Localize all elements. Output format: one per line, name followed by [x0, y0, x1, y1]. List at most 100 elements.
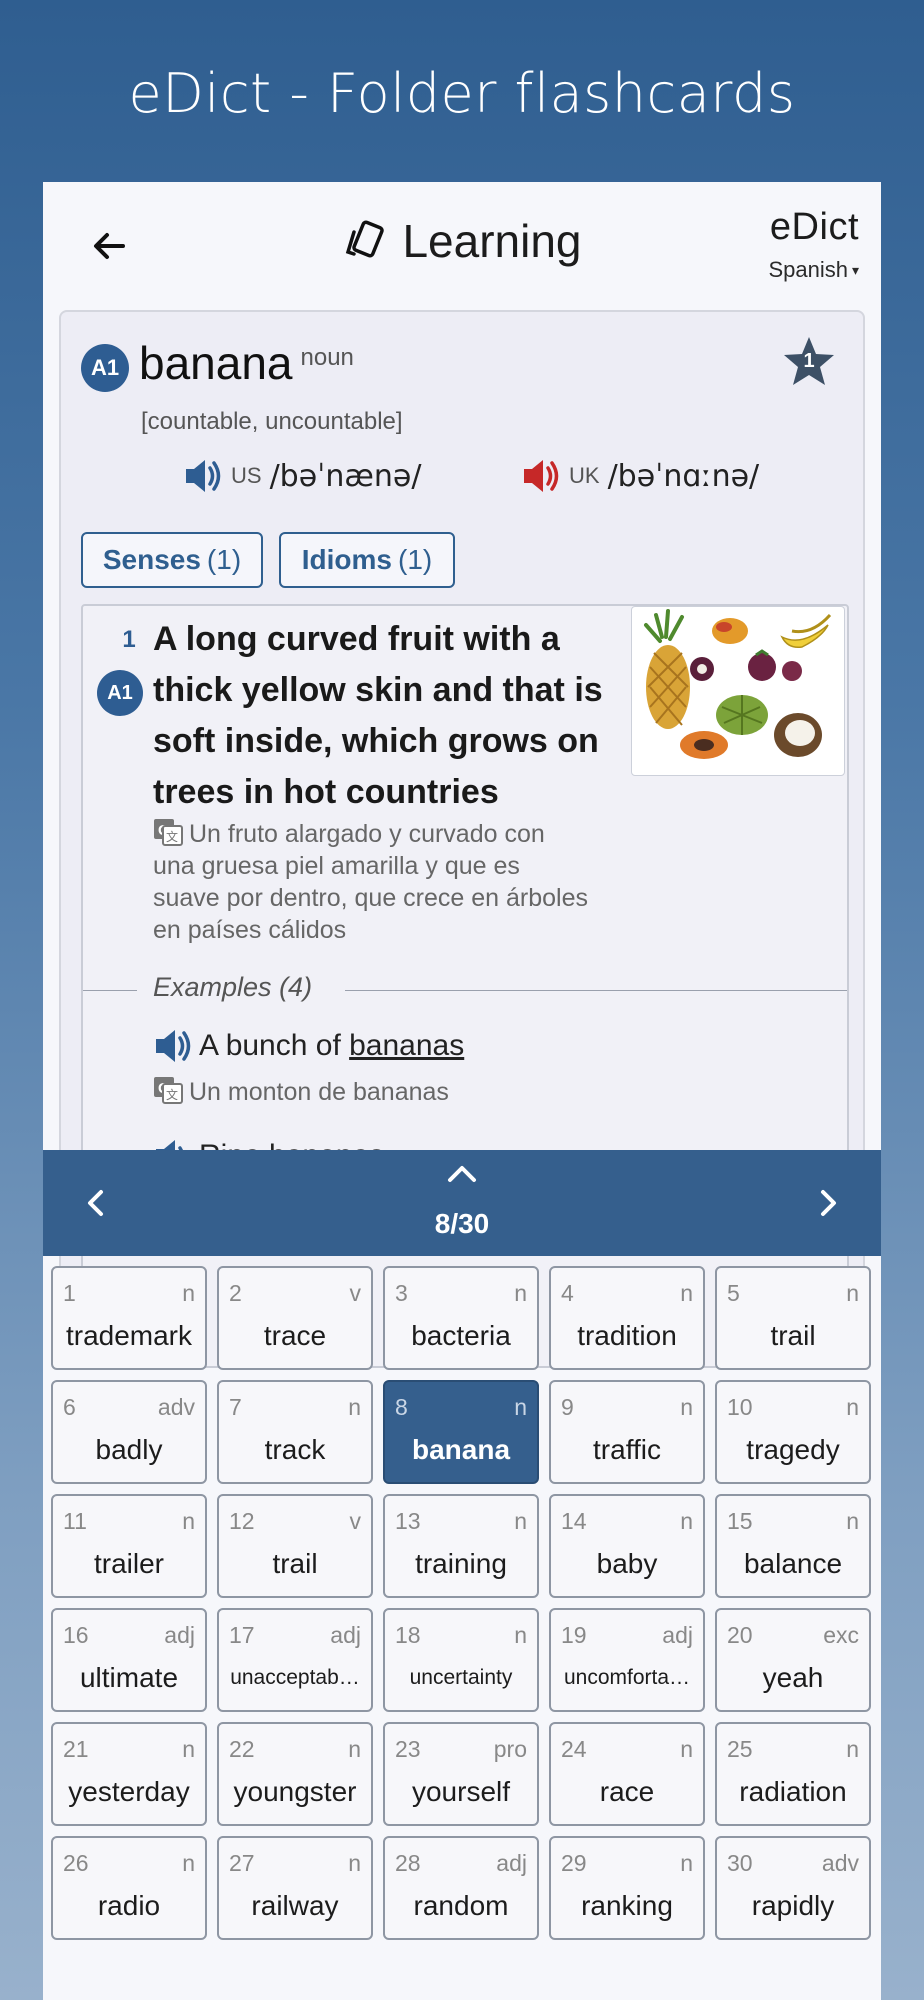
card-word: baby — [596, 1548, 658, 1579]
pronunciation-us[interactable]: US /bəˈnænə/ — [183, 456, 421, 496]
flashcard-cell[interactable]: 19 adj uncomforta… — [549, 1608, 705, 1712]
collapse-button[interactable] — [438, 1160, 486, 1190]
flashcard-cell[interactable]: 14 n baby — [549, 1494, 705, 1598]
card-index: 23 — [395, 1736, 421, 1762]
flashcard-cell[interactable]: 26 n radio — [51, 1836, 207, 1940]
example-translation: G 文 Un monton de bananas — [153, 1076, 449, 1107]
flashcard-cell[interactable]: 3 n bacteria — [383, 1266, 539, 1370]
flashcard-cell[interactable]: 16 adj ultimate — [51, 1608, 207, 1712]
card-index: 5 — [727, 1280, 740, 1306]
language-label: Spanish — [768, 257, 848, 282]
flashcard-cell[interactable]: 22 n youngster — [217, 1722, 373, 1826]
examples-label: Examples — [153, 972, 272, 1002]
card-index: 29 — [561, 1850, 587, 1876]
flashcard-cell[interactable]: 10 n tragedy — [715, 1380, 871, 1484]
card-index: 10 — [727, 1394, 753, 1420]
flashcard-cell[interactable]: 8 n banana — [383, 1380, 539, 1484]
flashcard-cell[interactable]: 25 n radiation — [715, 1722, 871, 1826]
card-word: trail — [770, 1320, 816, 1351]
flashcard-cell[interactable]: 18 n uncertainty — [383, 1608, 539, 1712]
flashcard-cell[interactable]: 9 n traffic — [549, 1380, 705, 1484]
flashcard-cell[interactable]: 30 adv rapidly — [715, 1836, 871, 1940]
pronunciation-uk[interactable]: UK /bəˈnɑːnə/ — [521, 456, 759, 496]
card-pos: n — [514, 1394, 527, 1420]
speaker-icon — [186, 460, 221, 492]
card-word: tradition — [577, 1320, 677, 1351]
card-word: radiation — [739, 1776, 847, 1807]
card-pos: adj — [164, 1622, 195, 1648]
flashcard-cell[interactable]: 15 n balance — [715, 1494, 871, 1598]
sense-level-badge: A1 — [97, 670, 143, 716]
card-index: 7 — [229, 1394, 242, 1420]
card-pos: n — [680, 1280, 693, 1306]
card-word: badly — [95, 1434, 163, 1465]
card-index: 4 — [561, 1280, 574, 1306]
card-word: yesterday — [68, 1776, 190, 1807]
card-word: rapidly — [751, 1890, 835, 1921]
flashcard-cell[interactable]: 6 adv badly — [51, 1380, 207, 1484]
card-index: 16 — [63, 1622, 89, 1648]
card-word: ranking — [581, 1890, 673, 1921]
card-word: yourself — [411, 1776, 511, 1807]
examples-header[interactable]: Examples (4) — [153, 972, 312, 1003]
card-pos: n — [680, 1736, 693, 1762]
flashcard-cell[interactable]: 2 v trace — [217, 1266, 373, 1370]
flashcard-grid: 1 n trademark 2 v trace 3 n bacteria 4 n tradition 5… — [51, 1266, 875, 1940]
senses-tab[interactable]: Senses (1) — [81, 532, 263, 588]
flashcard-cell[interactable]: 4 n tradition — [549, 1266, 705, 1370]
language-selector[interactable]: Spanish ▾ — [768, 257, 859, 283]
flashcard-cell[interactable]: 24 n race — [549, 1722, 705, 1826]
card-word: banana — [411, 1434, 511, 1465]
flashcard-cell[interactable]: 1 n trademark — [51, 1266, 207, 1370]
card-index: 30 — [727, 1850, 753, 1876]
translate-icon: G 文 — [154, 1077, 183, 1104]
card-index: 18 — [395, 1622, 421, 1648]
card-index: 26 — [63, 1850, 89, 1876]
card-word: race — [599, 1776, 655, 1807]
idioms-tab[interactable]: Idioms (1) — [279, 532, 455, 588]
pron-region-uk: UK — [569, 463, 600, 488]
flashcard-cell[interactable]: 5 n trail — [715, 1266, 871, 1370]
flashcard-cell[interactable]: 17 adj unacceptab… — [217, 1608, 373, 1712]
brand-block: eDict Spanish ▾ — [768, 206, 859, 283]
card-pos: n — [846, 1736, 859, 1762]
speaker-icon — [156, 1030, 191, 1062]
flashcard-cell[interactable]: 13 n training — [383, 1494, 539, 1598]
flashcard-cell[interactable]: 23 pro yourself — [383, 1722, 539, 1826]
card-index: 21 — [63, 1736, 89, 1762]
caret-down-icon: ▾ — [851, 262, 859, 278]
flashcard-cell[interactable]: 27 n railway — [217, 1836, 373, 1940]
example-item[interactable]: A bunch of bananas — [153, 1026, 464, 1066]
flashcard-cell[interactable]: 12 v trail — [217, 1494, 373, 1598]
card-pos: n — [680, 1508, 693, 1534]
card-index: 28 — [395, 1850, 421, 1876]
card-index: 15 — [727, 1508, 753, 1534]
next-button[interactable] — [805, 1180, 851, 1226]
card-index: 14 — [561, 1508, 587, 1534]
flashcard-cell[interactable]: 20 exc yeah — [715, 1608, 871, 1712]
headword: banana — [139, 337, 293, 389]
idioms-count: (1) — [398, 544, 433, 575]
card-pos: n — [680, 1850, 693, 1876]
flashcard-cell[interactable]: 11 n trailer — [51, 1494, 207, 1598]
flashcard-cell[interactable]: 28 adj random — [383, 1836, 539, 1940]
ipa-uk: /bəˈnɑːnə/ — [607, 458, 760, 494]
card-word: training — [415, 1548, 507, 1579]
flashcard-cell[interactable]: 29 n ranking — [549, 1836, 705, 1940]
fruit-image — [644, 609, 832, 759]
card-index: 1 — [63, 1280, 76, 1306]
senses-label: Senses — [102, 544, 201, 575]
card-word: trace — [263, 1320, 327, 1351]
card-index: 17 — [229, 1622, 255, 1648]
card-index: 2 — [229, 1280, 242, 1306]
card-word: traffic — [593, 1434, 661, 1465]
card-pos: n — [348, 1850, 361, 1876]
example-translation-text: Un monton de bananas — [189, 1078, 449, 1106]
flashcard-cell[interactable]: 7 n track — [217, 1380, 373, 1484]
examples-count: (4) — [279, 972, 313, 1002]
card-word: bacteria — [411, 1320, 511, 1351]
favorite-star-button[interactable]: 1 — [781, 334, 837, 390]
level-badge: A1 — [81, 344, 129, 392]
card-index: 12 — [229, 1508, 255, 1534]
flashcard-cell[interactable]: 21 n yesterday — [51, 1722, 207, 1826]
